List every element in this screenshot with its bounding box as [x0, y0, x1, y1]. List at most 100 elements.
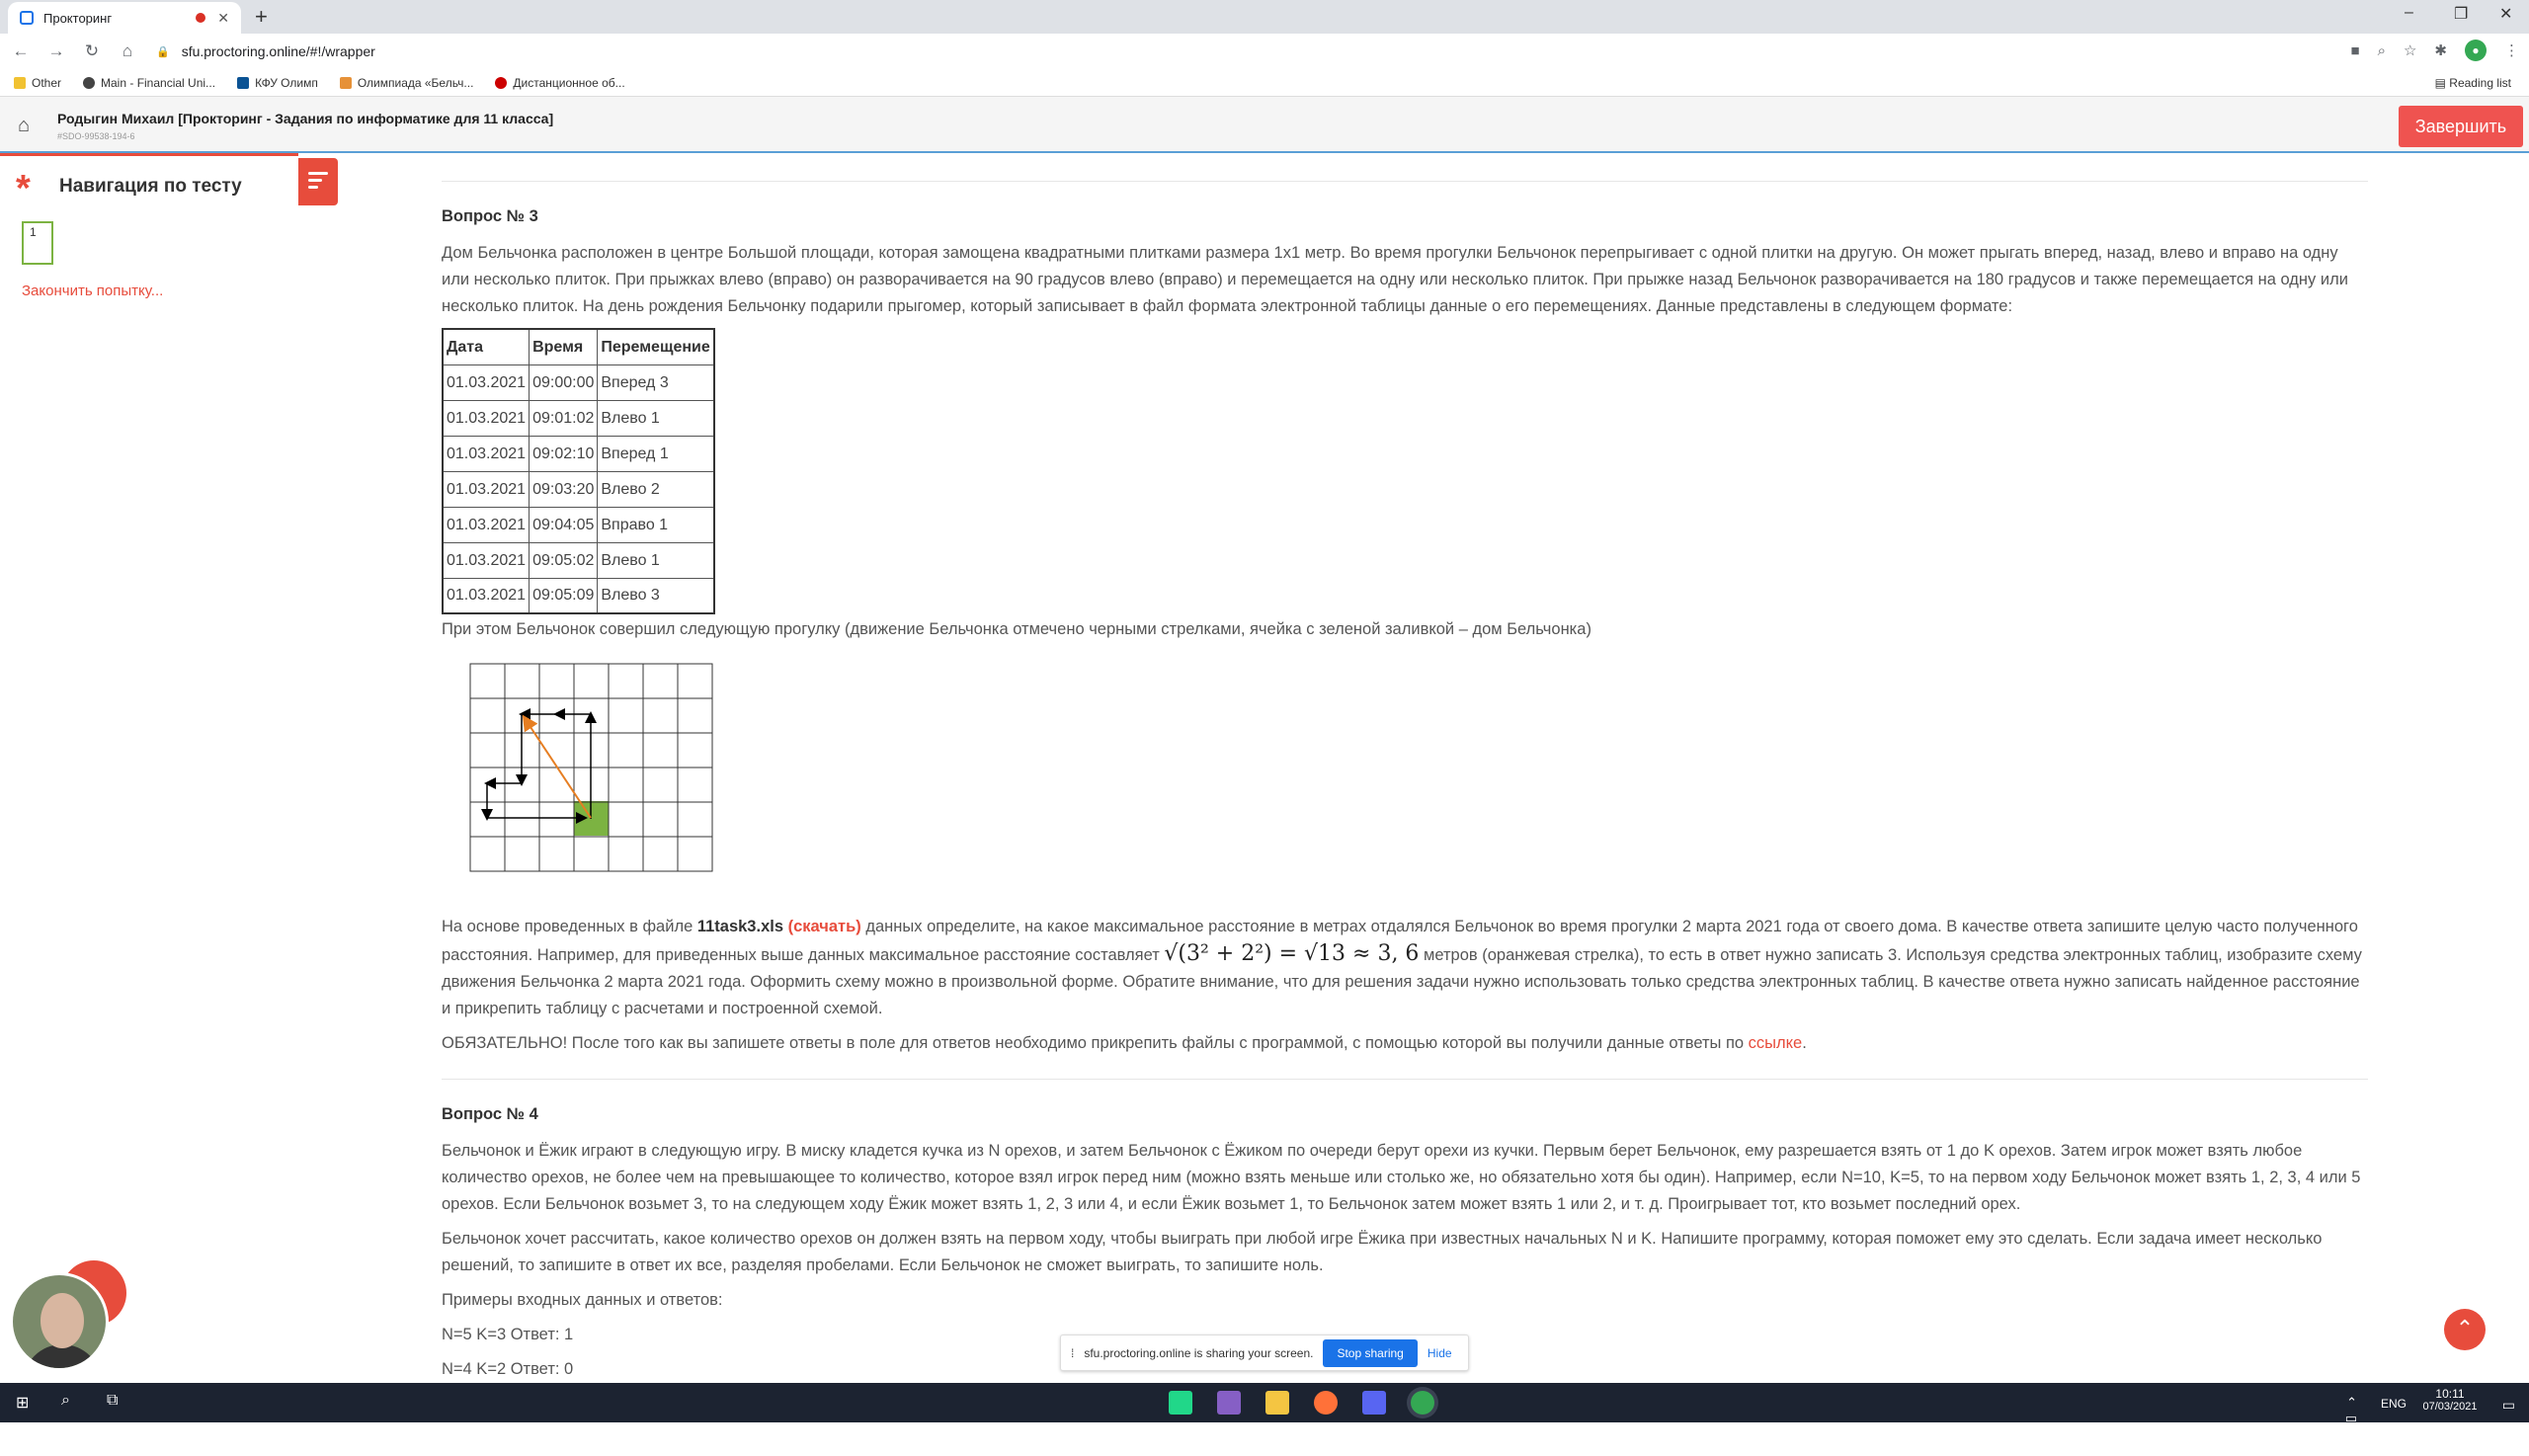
reading-list[interactable]: ▤ Reading list — [2435, 76, 2511, 90]
grid-icon — [339, 76, 352, 89]
question-3-body: На основе проведенных в файле 11task3.xl… — [442, 914, 2368, 1022]
firefox-icon[interactable] — [1314, 1391, 1338, 1415]
file-explorer-icon[interactable] — [1265, 1391, 1289, 1415]
question-4-title: Вопрос № 4 — [442, 1105, 538, 1123]
end-attempt-link[interactable]: Закончить попытку... — [22, 283, 163, 299]
bookmark-financial[interactable]: Main - Financial Uni... — [83, 76, 215, 90]
question-3-intro: Дом Бельчонка расположен в центре Большо… — [442, 244, 2348, 315]
system-tray: ⌃ ▭ ◔ ♪ ENG 10:11 07/03/2021 ▭ — [2345, 1387, 2515, 1456]
home-icon[interactable]: ⌂ — [113, 41, 142, 61]
session-id: #SDO-99538-194-6 — [57, 131, 135, 141]
share-text: sfu.proctoring.online is sharing your sc… — [1084, 1345, 1314, 1360]
stop-sharing-button[interactable]: Stop sharing — [1323, 1338, 1418, 1367]
back-icon[interactable]: ← — [6, 41, 36, 61]
body-text: На основе проведенных в файле — [442, 918, 697, 935]
chrome-icon[interactable] — [1411, 1391, 1434, 1415]
visual-studio-icon[interactable] — [1217, 1391, 1241, 1415]
browser-tab[interactable]: Прокторинг ✕ — [8, 2, 241, 34]
clock-date: 07/03/2021 — [2422, 1401, 2478, 1413]
task-view-icon[interactable]: ⧉ — [107, 1392, 118, 1410]
list-icon — [308, 172, 328, 193]
table-row: 01.03.2021 09:05:09 Влево 3 — [442, 577, 715, 614]
table-cell: 09:02:10 — [529, 435, 599, 472]
webcam-person — [23, 1344, 102, 1368]
note-text: . — [1802, 1034, 1807, 1052]
discord-icon[interactable] — [1362, 1391, 1386, 1415]
drag-handle-icon[interactable]: ⁞ — [1071, 1346, 1074, 1360]
test-navigation-sidebar — [0, 153, 298, 1383]
table-cell: Влево 3 — [597, 577, 715, 614]
walk-description: При этом Бельчонок совершил следующую пр… — [442, 620, 1591, 638]
sidebar-toggle-button[interactable] — [298, 158, 338, 205]
table-row: 01.03.2021 09:05:02 Влево 1 — [442, 541, 715, 579]
minimize-icon[interactable]: – — [2405, 4, 2413, 22]
address-bar[interactable]: 🔒 sfu.proctoring.online/#!/wrapper — [156, 38, 2329, 65]
language-indicator[interactable]: ENG — [2381, 1397, 2407, 1411]
globe-icon — [83, 76, 96, 89]
menu-icon[interactable]: ⋮ — [2504, 41, 2519, 59]
windows-start-icon[interactable]: ⊞ — [16, 1393, 29, 1413]
movement-table: Дата Время Перемещение 01.03.2021 09:00:0… — [442, 328, 715, 614]
home-icon[interactable]: ⌂ — [18, 115, 30, 137]
table-cell: 01.03.2021 — [442, 399, 530, 437]
table-cell: 01.03.2021 — [442, 470, 530, 508]
notification-icon[interactable]: ▭ — [2502, 1397, 2515, 1414]
bookmark-distance[interactable]: Дистанционное об... — [495, 76, 625, 90]
tray-icons[interactable]: ⌃ ▭ ◔ ♪ — [2345, 1395, 2357, 1456]
upload-link[interactable]: ссылке — [1749, 1034, 1803, 1052]
question-4-rules: Бельчонок и Ёжик играют в следующую игру… — [442, 1142, 2361, 1213]
examples-title: Примеры входных данных и ответов: — [442, 1291, 723, 1309]
taskbar: ⊞ ⌕ ⧉ ⌃ ▭ ◔ ♪ ENG 10:11 07/03/2021 ▭ — [0, 1383, 2529, 1456]
table-cell: Вперед 3 — [597, 364, 715, 401]
scroll-top-button[interactable]: ⌃ — [2444, 1309, 2486, 1350]
extensions-icon[interactable]: ✱ — [2434, 41, 2447, 59]
reload-icon[interactable]: ↻ — [77, 41, 107, 61]
browser-nav-bar: ← → ↻ ⌂ 🔒 sfu.proctoring.online/#!/wrapp… — [0, 34, 2529, 69]
question-3-title: Вопрос № 3 — [442, 207, 538, 225]
table-cell: Влево 1 — [597, 541, 715, 579]
zoom-icon[interactable]: ⌕ — [2378, 42, 2386, 59]
tab-title: Прокторинг — [43, 10, 113, 26]
building-icon — [237, 76, 250, 89]
hide-button[interactable]: Hide — [1428, 1346, 1452, 1360]
lock-icon: 🔒 — [156, 45, 170, 58]
table-cell: 09:00:00 — [529, 364, 599, 401]
asterisk-icon: * — [16, 168, 31, 209]
table-row: 01.03.2021 09:01:02 Влево 1 — [442, 399, 715, 437]
download-link[interactable]: (скачать) — [788, 918, 861, 935]
table-cell: Вправо 1 — [597, 506, 715, 543]
new-tab-button[interactable]: + — [255, 4, 268, 30]
sidebar-title: Навигация по тесту — [59, 176, 242, 197]
table-header: Дата — [442, 328, 530, 365]
search-icon[interactable]: ⌕ — [61, 1392, 70, 1410]
url-text: sfu.proctoring.online/#!/wrapper — [181, 43, 375, 59]
table-cell: 01.03.2021 — [442, 506, 530, 543]
table-cell: 01.03.2021 — [442, 435, 530, 472]
profile-avatar[interactable]: ● — [2465, 40, 2487, 61]
pycharm-icon[interactable] — [1169, 1391, 1192, 1415]
table-header: Время — [529, 328, 599, 365]
bookmark-kfu[interactable]: КФУ Олимп — [237, 76, 318, 90]
restore-icon[interactable]: ❐ — [2454, 4, 2468, 24]
bookmarks-bar: Other Main - Financial Uni... КФУ Олимп … — [0, 69, 2529, 97]
close-window-icon[interactable]: ✕ — [2499, 4, 2512, 24]
close-tab-icon[interactable]: ✕ — [217, 10, 229, 27]
camera-icon[interactable]: ■ — [2351, 42, 2360, 59]
table-cell: Влево 1 — [597, 399, 715, 437]
star-icon[interactable]: ☆ — [2404, 41, 2416, 59]
table-cell: 09:05:02 — [529, 541, 599, 579]
table-cell: 01.03.2021 — [442, 577, 530, 614]
table-cell: Влево 2 — [597, 470, 715, 508]
table-row: 01.03.2021 09:03:20 Влево 2 — [442, 470, 715, 508]
webcam-preview[interactable] — [10, 1272, 109, 1371]
table-cell: 09:01:02 — [529, 399, 599, 437]
table-header: Перемещение — [597, 328, 715, 365]
forward-icon[interactable]: → — [41, 41, 71, 61]
bookmark-olympiad[interactable]: Олимпиада «Бельч... — [339, 76, 473, 90]
question-nav-button-1[interactable]: 1 — [22, 221, 53, 265]
divider — [442, 1079, 2368, 1080]
finish-button[interactable]: Завершить — [2399, 106, 2523, 147]
clock-time: 10:11 — [2435, 1387, 2465, 1401]
bookmark-other[interactable]: Other — [14, 76, 61, 90]
session-title: Родыгин Михаил [Прокторинг - Задания по … — [57, 111, 554, 126]
